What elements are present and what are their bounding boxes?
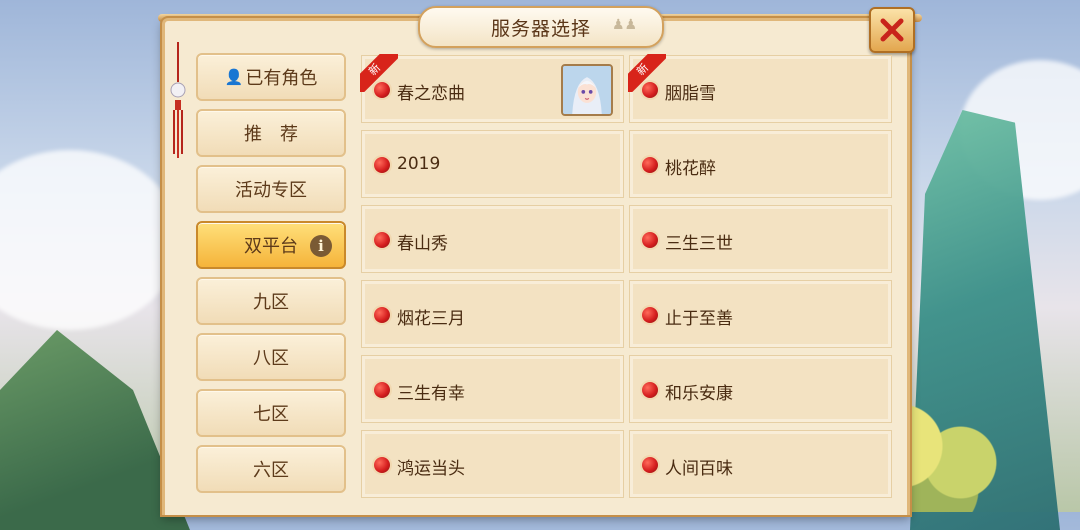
red-status-dot-icon xyxy=(374,157,390,173)
red-status-dot-icon xyxy=(374,382,390,398)
category-existing-roles[interactable]: 👤 已有角色 xyxy=(196,53,346,101)
category-events[interactable]: 活动专区 xyxy=(196,165,346,213)
red-status-dot-icon xyxy=(374,232,390,248)
server-name: 止于至善 xyxy=(665,309,733,329)
red-status-dot-icon xyxy=(642,232,658,248)
window-title: 服务器选择 xyxy=(490,17,591,40)
server-name: 烟花三月 xyxy=(397,309,465,329)
server-name: 桃花醉 xyxy=(665,159,716,179)
background-cloud xyxy=(0,150,180,330)
category-label: 双平台 xyxy=(244,236,298,257)
red-status-dot-icon xyxy=(642,82,658,98)
server-item[interactable]: 春山秀 xyxy=(361,205,624,273)
red-status-dot-icon xyxy=(374,307,390,323)
red-status-dot-icon xyxy=(642,307,658,323)
red-status-dot-icon xyxy=(642,457,658,473)
server-name: 鸿运当头 xyxy=(397,459,465,479)
server-name: 春山秀 xyxy=(397,234,448,254)
server-name: 2019 xyxy=(397,154,441,174)
server-item[interactable]: 新 胭脂雪 xyxy=(628,54,892,123)
red-status-dot-icon xyxy=(642,157,658,173)
red-status-dot-icon xyxy=(374,82,390,98)
server-name: 春之恋曲 xyxy=(397,84,465,104)
close-button[interactable] xyxy=(869,7,915,53)
category-dual-platform[interactable]: 双平台 i xyxy=(196,221,346,269)
person-icon: 👤 xyxy=(224,68,244,86)
server-item[interactable]: 止于至善 xyxy=(629,280,892,348)
server-name: 三生三世 xyxy=(665,234,733,254)
category-zone-8[interactable]: 八区 xyxy=(196,333,346,381)
server-name: 人间百味 xyxy=(665,459,733,479)
category-label: 七区 xyxy=(253,404,289,425)
server-item[interactable]: 鸿运当头 xyxy=(361,430,624,498)
close-x-icon xyxy=(880,18,904,42)
category-recommended[interactable]: 推 荐 xyxy=(196,109,346,157)
category-label: 六区 xyxy=(253,460,289,481)
server-name: 和乐安康 xyxy=(665,384,733,404)
server-item[interactable]: 三生有幸 xyxy=(361,355,624,423)
category-zone-6[interactable]: 六区 xyxy=(196,445,346,493)
title-plaque: 服务器选择 ♟♟ xyxy=(418,6,664,48)
server-name: 胭脂雪 xyxy=(665,84,716,104)
tassel-ornament xyxy=(170,42,186,158)
category-label: 活动专区 xyxy=(235,180,307,201)
info-icon[interactable]: i xyxy=(310,235,332,257)
server-item[interactable]: 新 春之恋曲 xyxy=(360,54,624,123)
red-status-dot-icon xyxy=(374,457,390,473)
server-item[interactable]: 三生三世 xyxy=(629,205,892,273)
server-item[interactable]: 人间百味 xyxy=(629,430,892,498)
category-label: 八区 xyxy=(253,348,289,369)
character-avatar xyxy=(561,64,613,116)
server-item[interactable]: 烟花三月 xyxy=(361,280,624,348)
figure-decoration-icon: ♟♟ xyxy=(612,17,638,33)
red-status-dot-icon xyxy=(642,382,658,398)
server-item[interactable]: 和乐安康 xyxy=(629,355,892,423)
category-zone-9[interactable]: 九区 xyxy=(196,277,346,325)
server-item[interactable]: 桃花醉 xyxy=(629,130,892,198)
category-label: 已有角色 xyxy=(245,68,318,89)
category-label: 九区 xyxy=(253,292,289,313)
category-label: 推 荐 xyxy=(244,124,298,145)
category-zone-7[interactable]: 七区 xyxy=(196,389,346,437)
server-item[interactable]: 2019 xyxy=(361,130,624,198)
server-name: 三生有幸 xyxy=(397,384,465,404)
